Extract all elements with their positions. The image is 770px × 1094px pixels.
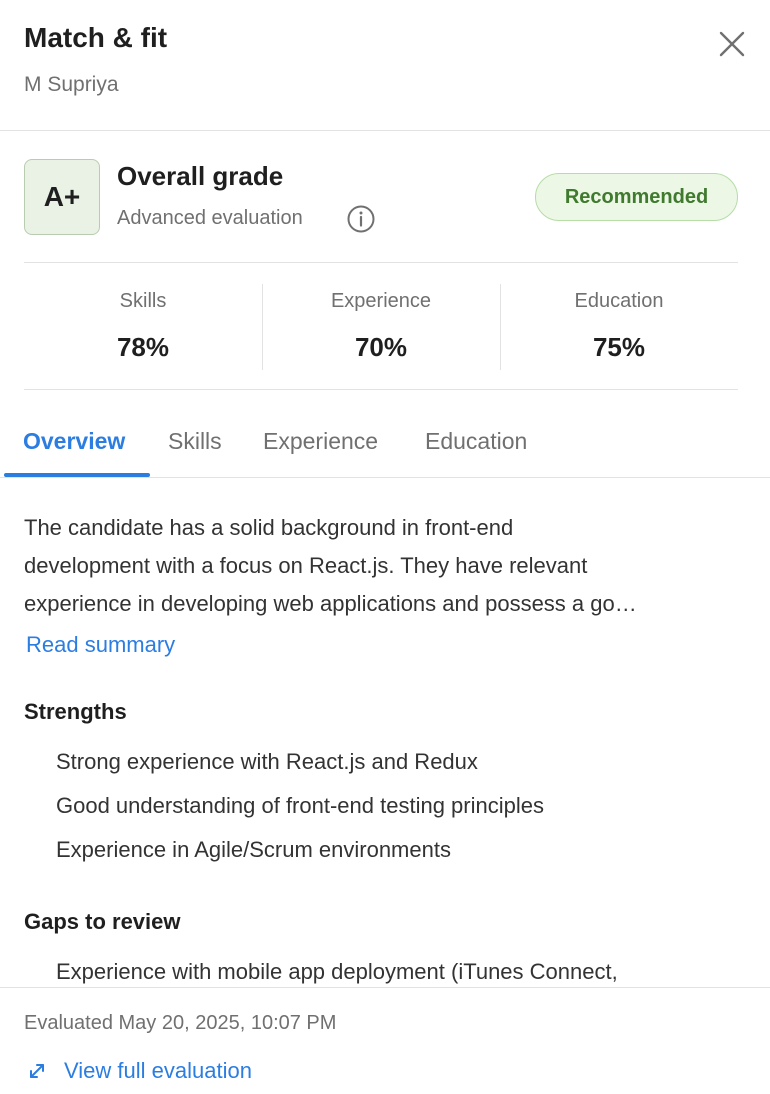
strength-item: Good understanding of front-end testing … [56, 793, 544, 818]
summary-text: The candidate has a solid background in … [24, 509, 734, 623]
grade-box: A+ [24, 159, 100, 235]
strength-item: Experience in Agile/Scrum environments [56, 837, 451, 862]
metric-value: 75% [592, 332, 646, 362]
gaps-heading: Gaps to review [24, 909, 181, 934]
panel-title: Match & fit [24, 22, 168, 53]
grade-title: Overall grade [117, 161, 284, 191]
strength-item: Strong experience with React.js and Redu… [56, 749, 478, 774]
summary-line: experience in developing web application… [24, 591, 637, 616]
grade-subtitle: Advanced evaluation [117, 207, 303, 229]
close-button[interactable] [712, 24, 752, 64]
metric-label: Experience [330, 290, 432, 312]
metric-experience: Experience 70% [262, 263, 500, 389]
view-full-evaluation-link[interactable]: View full evaluation [64, 1058, 252, 1084]
candidate-name: M Supriya [24, 73, 119, 96]
tab-skills[interactable]: Skills [168, 428, 222, 455]
score-metrics: Skills 78% Experience 70% Education 75% [24, 262, 738, 390]
gap-item: Experience with mobile app deployment (i… [56, 959, 618, 984]
summary-line: The candidate has a solid background in … [24, 515, 514, 540]
info-icon[interactable] [346, 204, 376, 234]
metric-label: Education [574, 290, 664, 312]
metric-value: 70% [354, 332, 408, 362]
metric-education: Education 75% [500, 263, 738, 389]
tab-overview[interactable]: Overview [23, 428, 125, 455]
overall-grade-row: A+ Overall grade Advanced evaluation Rec… [24, 159, 738, 235]
recommended-badge: Recommended [535, 173, 738, 221]
read-summary-link[interactable]: Read summary [26, 632, 175, 658]
close-icon [719, 31, 745, 57]
tab-bar: Overview Skills Experience Education [0, 410, 770, 478]
metric-value: 78% [116, 332, 170, 362]
summary-line: development with a focus on React.js. Th… [24, 553, 588, 578]
evaluated-timestamp: Evaluated May 20, 2025, 10:07 PM [24, 1012, 337, 1034]
overview-content: The candidate has a solid background in … [0, 479, 770, 987]
expand-icon[interactable] [26, 1060, 48, 1082]
panel-header: Match & fit M Supriya [0, 0, 770, 131]
tab-education[interactable]: Education [425, 428, 527, 455]
metric-skills: Skills 78% [24, 263, 262, 389]
panel-footer: Evaluated May 20, 2025, 10:07 PM View fu… [0, 987, 770, 1094]
active-tab-indicator [4, 473, 150, 477]
tab-experience[interactable]: Experience [263, 428, 378, 455]
metric-label: Skills [119, 290, 167, 312]
strengths-heading: Strengths [24, 699, 127, 724]
